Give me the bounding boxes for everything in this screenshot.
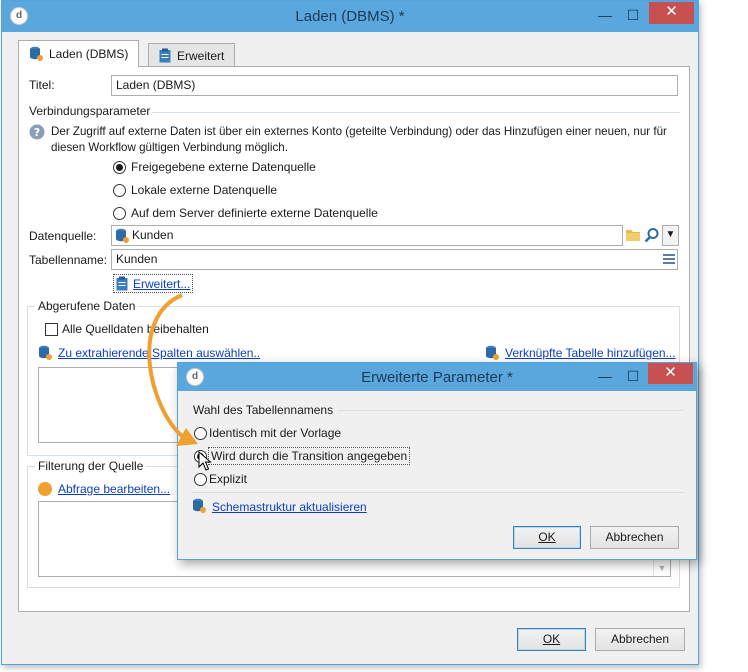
cancel-button[interactable]: Abbrechen [595,628,685,651]
keep-all-checkbox[interactable] [45,323,58,336]
radio-label: Freigegebene externe Datenquelle [131,160,316,174]
dialog-minimize-button[interactable]: — [592,366,618,388]
database-icon [486,345,499,360]
radio-button[interactable] [113,207,126,220]
datasource-input[interactable]: Kunden [111,225,623,246]
tab-label: Erweitert [177,48,225,63]
search-icon[interactable] [644,227,660,243]
dialog-title-bar[interactable]: d Erweiterte Parameter * — ☐ ✕ [178,363,696,391]
database-icon [30,46,43,61]
edit-query-link[interactable]: Abfrage bearbeiten... [58,482,170,496]
close-button[interactable]: ✕ [649,2,694,24]
tab-erweitert[interactable]: Erweitert [148,43,236,67]
ok-button[interactable]: OK [517,628,586,651]
section-divider [338,410,683,411]
title-bar[interactable]: d Laden (DBMS) * — ☐ ✕ [2,1,698,32]
clipboard-icon [116,276,128,291]
section-divider [191,492,684,493]
tablename-label: Tabellenname: [29,253,108,267]
database-icon [193,498,206,513]
clipboard-icon [159,48,171,63]
option-label: Identisch mit der Vorlage [209,426,342,440]
tablename-input[interactable]: Kunden [111,249,678,270]
radio-button[interactable] [194,473,207,486]
scroll-down-icon[interactable]: ▼ [653,560,670,576]
option-label: Explizit [209,472,248,486]
advanced-link-text[interactable]: Erweitert... [133,277,190,291]
retrieved-data-label: Abgerufene Daten [35,299,139,313]
filter-section-label: Filterung der Quelle [35,459,147,473]
titel-input[interactable]: Laden (DBMS) [111,75,678,96]
option-label: Wird durch die Transition angegeben [208,447,411,465]
cancel-button-label: Abbrechen [610,632,670,646]
dialog-title: Erweiterte Parameter * [361,369,513,386]
maximize-button[interactable]: ☐ [620,5,646,27]
list-edit-icon[interactable] [662,253,676,265]
info-text-line1: Der Zugriff auf externe Daten ist über e… [51,125,667,138]
tab-label: Laden (DBMS) [49,47,129,61]
dialog-cancel-button[interactable]: Abbrechen [590,526,679,549]
minimize-button[interactable]: — [592,5,618,27]
select-columns-link[interactable]: Zu extrahierende Spalten auswählen.. [58,346,260,360]
ok-button-label: OK [538,530,556,544]
chevron-down-icon[interactable]: ▼ [662,225,679,246]
mouse-cursor-icon [198,451,212,471]
radio-button[interactable] [113,184,126,197]
dialog-ok-button[interactable]: OK [513,526,581,549]
help-icon: ? [29,124,45,140]
datasource-value: Kunden [132,228,174,242]
radio-button[interactable] [113,161,126,174]
refresh-schema-link[interactable]: Schemastruktur aktualisieren [212,500,367,514]
advanced-parameters-dialog: d Erweiterte Parameter * — ☐ ✕ Wahl des … [177,362,697,560]
dialog-maximize-button[interactable]: ☐ [620,366,646,388]
tab-laden-dbms[interactable]: Laden (DBMS) [18,40,140,67]
dialog-close-button[interactable]: ✕ [648,363,693,384]
datasource-label: Datenquelle: [29,229,97,243]
connection-section-label: Verbindungsparameter [29,104,151,118]
radio-label: Auf dem Server definierte externe Datenq… [131,206,378,220]
svg-text:?: ? [34,126,40,139]
advanced-link[interactable]: Erweitert... [113,274,194,293]
database-icon [116,228,129,243]
radio-button[interactable] [194,427,207,440]
info-text-line2: diesen Workflow gültigen Verbindung mögl… [51,141,288,154]
database-icon [39,345,52,360]
tablename-choice-label: Wahl des Tabellennamens [193,403,334,417]
filter-icon [38,482,52,496]
add-linked-table-link[interactable]: Verknüpfte Tabelle hinzufügen... [505,346,676,360]
ok-button-label: OK [542,632,561,646]
folder-icon[interactable] [625,228,641,242]
cancel-button-label: Abbrechen [605,530,664,544]
radio-label: Lokale externe Datenquelle [131,183,278,197]
main-window: d Laden (DBMS) * — ☐ ✕ Laden (DBMS) Erwe… [1,0,699,665]
section-divider [152,112,680,113]
titel-label: Titel: [29,78,55,92]
keep-all-label: Alle Quelldaten beibehalten [62,322,209,336]
